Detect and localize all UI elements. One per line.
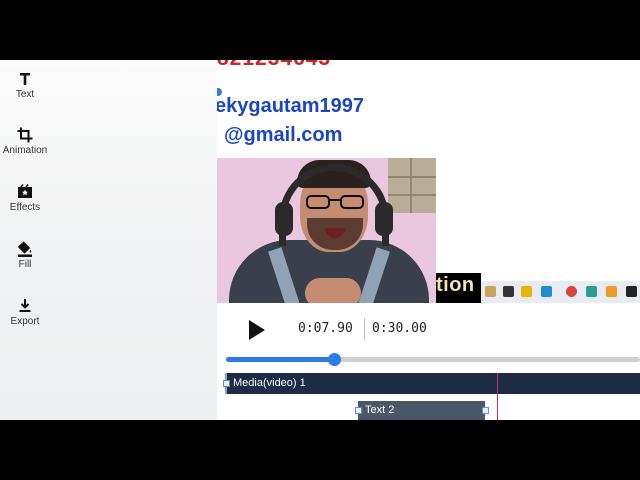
tool-sidebar: Text Animation Effects Fill Export <box>0 60 217 420</box>
track-label: Media(video) 1 <box>233 377 306 389</box>
headphone-earcup <box>375 202 393 236</box>
track-label: Text 2 <box>365 404 395 416</box>
sidebar-item-label: Export <box>10 316 40 327</box>
export-icon <box>19 299 31 312</box>
clip-trim-handle[interactable] <box>482 407 489 414</box>
seek-thumb[interactable] <box>328 353 341 366</box>
taskbar-app-icon <box>606 286 617 297</box>
play-button[interactable] <box>249 320 265 340</box>
video-frame[interactable] <box>217 158 436 303</box>
email-text-line2[interactable]: @gmail.com <box>224 124 342 147</box>
current-time: 0:07.90 <box>298 321 353 336</box>
window-grid <box>388 194 436 196</box>
editor-app: Text Animation Effects Fill Export ekyga… <box>0 60 640 420</box>
sidebar-item-label: Text <box>15 89 35 100</box>
taskbar-app-icon <box>521 286 532 297</box>
text-track-clip[interactable]: Text 2 <box>358 401 485 420</box>
sidebar-item-fill[interactable]: Fill <box>0 240 50 270</box>
caption-box[interactable]: tion <box>436 273 481 303</box>
preview-canvas[interactable]: 821234643 ekygautam1997 @gmail.com <box>217 60 640 305</box>
total-time: 0:30.00 <box>372 321 427 336</box>
seek-progress <box>226 357 334 362</box>
sidebar-item-text[interactable]: Text <box>0 70 50 100</box>
fill-icon <box>17 241 32 257</box>
clip-trim-handle[interactable] <box>223 380 230 387</box>
phone-number-text[interactable]: 821234643 <box>217 60 331 71</box>
time-divider <box>364 318 365 340</box>
timeline-playhead[interactable] <box>497 373 498 420</box>
text-icon <box>20 73 30 85</box>
window-grid <box>410 158 412 213</box>
media-track-clip[interactable]: Media(video) 1 <box>225 373 640 394</box>
sidebar-item-label: Animation <box>2 145 48 156</box>
screen-taskbar <box>481 281 640 303</box>
crop-icon <box>17 127 33 143</box>
seek-bar[interactable] <box>226 357 640 362</box>
headphones <box>279 164 389 246</box>
headphone-earcup <box>275 202 293 236</box>
taskbar-app-icon <box>566 286 577 297</box>
taskbar-app-icon <box>586 286 597 297</box>
sidebar-item-export[interactable]: Export <box>0 297 50 327</box>
email-text-line1[interactable]: ekygautam1997 <box>217 95 364 118</box>
window-grid <box>388 176 436 178</box>
window-background <box>388 158 436 213</box>
caption-text: tion <box>436 274 475 296</box>
sidebar-item-effects[interactable]: Effects <box>0 183 50 213</box>
taskbar-app-icon <box>485 286 496 297</box>
person-hands <box>305 278 361 303</box>
effects-icon <box>18 184 32 198</box>
taskbar-app-icon <box>626 286 637 297</box>
clip-trim-handle[interactable] <box>355 407 362 414</box>
taskbar-app-icon <box>503 286 514 297</box>
sidebar-item-label: Effects <box>9 202 41 213</box>
taskbar-app-icon <box>541 286 552 297</box>
sidebar-item-animation[interactable]: Animation <box>0 126 50 156</box>
sidebar-item-label: Fill <box>18 259 32 270</box>
